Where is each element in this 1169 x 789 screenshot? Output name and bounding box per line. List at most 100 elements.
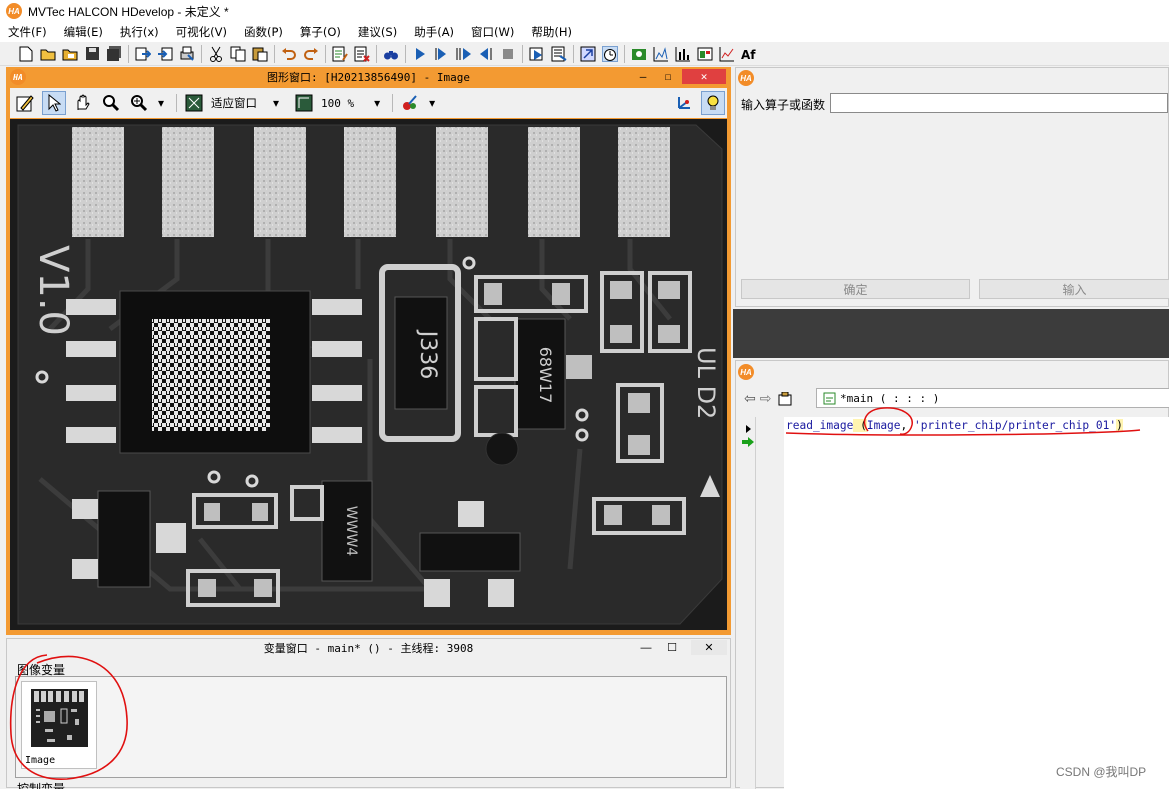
graphics-window: HA 图形窗口: [H20213856490] - Image — ☐ ✕ ▾ …	[6, 67, 731, 635]
fit-window-label[interactable]: 适应窗口	[211, 95, 257, 111]
image-display[interactable]: J336 68W17 WWW4 V1.0 UL D2	[10, 119, 727, 630]
undo-icon[interactable]	[281, 46, 297, 62]
step-over-icon[interactable]	[434, 46, 450, 62]
maximize-button[interactable]: ☐	[657, 69, 679, 84]
board-side-mark: UL D2	[692, 347, 720, 419]
ocr-icon[interactable]: Af	[741, 46, 757, 62]
open-program-icon[interactable]	[40, 46, 56, 62]
operator-input-label: 输入算子或函数	[741, 98, 826, 112]
menu-procedures[interactable]: 函数(P)	[244, 24, 283, 40]
program-counter-icon	[742, 437, 754, 447]
save-all-icon[interactable]	[106, 46, 122, 62]
edit-visualization-icon[interactable]	[14, 92, 36, 114]
menu-execute[interactable]: 执行(x)	[120, 24, 159, 40]
pointer-icon[interactable]	[42, 91, 66, 115]
edit-procedure-icon[interactable]	[354, 46, 370, 62]
feature-histogram-icon[interactable]	[675, 46, 691, 62]
menu-file[interactable]: 文件(F)	[8, 24, 47, 40]
import-icon[interactable]	[157, 46, 173, 62]
svg-text:Af: Af	[741, 48, 756, 62]
program-gutter[interactable]	[740, 417, 756, 789]
menu-help[interactable]: 帮助(H)	[531, 24, 572, 40]
menu-assistants[interactable]: 助手(A)	[414, 24, 454, 40]
halcon-logo-icon: HA	[738, 364, 754, 380]
procedure-name: *main ( : : : )	[840, 391, 940, 405]
variable-window: 变量窗口 - main* () - 主线程: 3908 — ☐ ✕ 图像变量 I…	[6, 638, 731, 789]
save-icon[interactable]	[84, 46, 100, 62]
export-icon[interactable]	[135, 46, 151, 62]
feature-inspection-icon[interactable]	[697, 46, 713, 62]
print-icon[interactable]	[179, 46, 195, 62]
menu-bar: 文件(F) 编辑(E) 执行(x) 可视化(V) 函数(P) 算子(O) 建议(…	[0, 22, 1169, 42]
program-window: HA ⇦ ⇨ *main ( : : : ) read_image (Image…	[735, 360, 1169, 789]
variable-minimize-button[interactable]: —	[635, 640, 657, 655]
ok-button[interactable]: 确定	[741, 279, 970, 299]
magnifier-icon[interactable]	[100, 92, 122, 114]
zoom-level-value[interactable]: 100 %	[321, 97, 354, 110]
3d-axis-icon[interactable]	[673, 92, 695, 114]
fit-dropdown-chevron-icon[interactable]: ▾	[271, 95, 281, 111]
back-arrow-icon[interactable]: ⇦	[744, 390, 756, 407]
redo-icon[interactable]	[303, 46, 319, 62]
zoom-level-icon[interactable]	[293, 92, 315, 114]
lightbulb-icon[interactable]	[701, 91, 725, 115]
menu-window[interactable]: 窗口(W)	[471, 24, 514, 40]
pan-hand-icon[interactable]	[72, 92, 94, 114]
paste-icon[interactable]	[252, 46, 268, 62]
program-editor[interactable]: read_image (Image, 'printer_chip/printer…	[784, 407, 1169, 789]
graphics-toolbar: ▾ 适应窗口 ▾ 100 % ▾ ▾	[10, 88, 727, 118]
zoom-icon[interactable]	[128, 92, 150, 114]
variable-window-title: 变量窗口 - main* () - 主线程: 3908	[263, 642, 474, 655]
insert-cursor-icon	[746, 425, 751, 433]
chip-code-68w17: 68W17	[536, 347, 555, 404]
timer-icon[interactable]	[602, 45, 618, 62]
window-divider	[733, 309, 1169, 358]
minimize-button[interactable]: —	[632, 69, 654, 84]
graphics-window-titlebar: HA 图形窗口: [H20213856490] - Image — ☐ ✕	[6, 67, 731, 87]
stop-icon[interactable]	[500, 46, 516, 62]
board-version-text: V1.0	[30, 245, 76, 336]
edit-program-icon[interactable]	[332, 46, 348, 62]
new-program-icon[interactable]	[18, 46, 34, 62]
title-bar: HA MVTec HALCON HDevelop - 未定义 *	[0, 0, 1169, 22]
gray-histogram-icon[interactable]	[653, 46, 669, 62]
watermark: CSDN @我叫DP	[1056, 765, 1147, 779]
reset-program-icon[interactable]	[529, 46, 545, 62]
step-out-icon[interactable]	[478, 46, 494, 62]
variable-maximize-button[interactable]: ☐	[661, 640, 683, 655]
graphics-window-title: 图形窗口: [H20213856490] - Image	[267, 71, 470, 84]
menu-edit[interactable]: 编辑(E)	[64, 24, 103, 40]
menu-suggestions[interactable]: 建议(S)	[358, 24, 397, 40]
open-recent-icon[interactable]	[62, 46, 78, 62]
step-into-icon[interactable]	[456, 46, 472, 62]
fit-window-icon[interactable]	[183, 92, 205, 114]
enter-button[interactable]: 输入	[979, 279, 1169, 299]
halcon-logo-icon: HA	[6, 3, 22, 19]
close-button[interactable]: ✕	[682, 69, 726, 84]
operator-search-input[interactable]	[830, 93, 1168, 113]
halcon-logo-icon: HA	[10, 69, 26, 85]
find-icon[interactable]	[383, 46, 399, 62]
copy-icon[interactable]	[230, 46, 246, 62]
chip-code-www4: WWW4	[343, 506, 359, 557]
activate-profiler-icon[interactable]	[580, 46, 596, 62]
chip-code-j336: J336	[415, 329, 440, 379]
zoom-dropdown-chevron-icon[interactable]: ▾	[156, 95, 166, 111]
procedure-icon	[821, 390, 837, 406]
variable-close-button[interactable]: ✕	[691, 640, 727, 655]
line-profile-icon[interactable]	[719, 46, 735, 62]
cut-icon[interactable]	[208, 46, 224, 62]
image-acquisition-icon[interactable]	[631, 46, 647, 62]
operator-window: HA 输入算子或函数 确定 输入	[735, 67, 1169, 307]
main-toolbar: Af	[0, 42, 1169, 66]
annotation-circle-thumbnail	[9, 654, 128, 780]
color-dropdown-chevron-icon[interactable]: ▾	[427, 95, 437, 111]
program-list-icon[interactable]	[551, 46, 567, 62]
menu-visualization[interactable]: 可视化(V)	[176, 24, 227, 40]
run-icon[interactable]	[412, 46, 428, 62]
zoom-level-chevron-icon[interactable]: ▾	[372, 95, 382, 111]
color-palette-icon[interactable]	[399, 92, 421, 114]
app-title: MVTec HALCON HDevelop - 未定义 *	[28, 4, 229, 19]
menu-operators[interactable]: 算子(O)	[300, 24, 341, 40]
forward-arrow-icon[interactable]: ⇨	[760, 390, 772, 407]
